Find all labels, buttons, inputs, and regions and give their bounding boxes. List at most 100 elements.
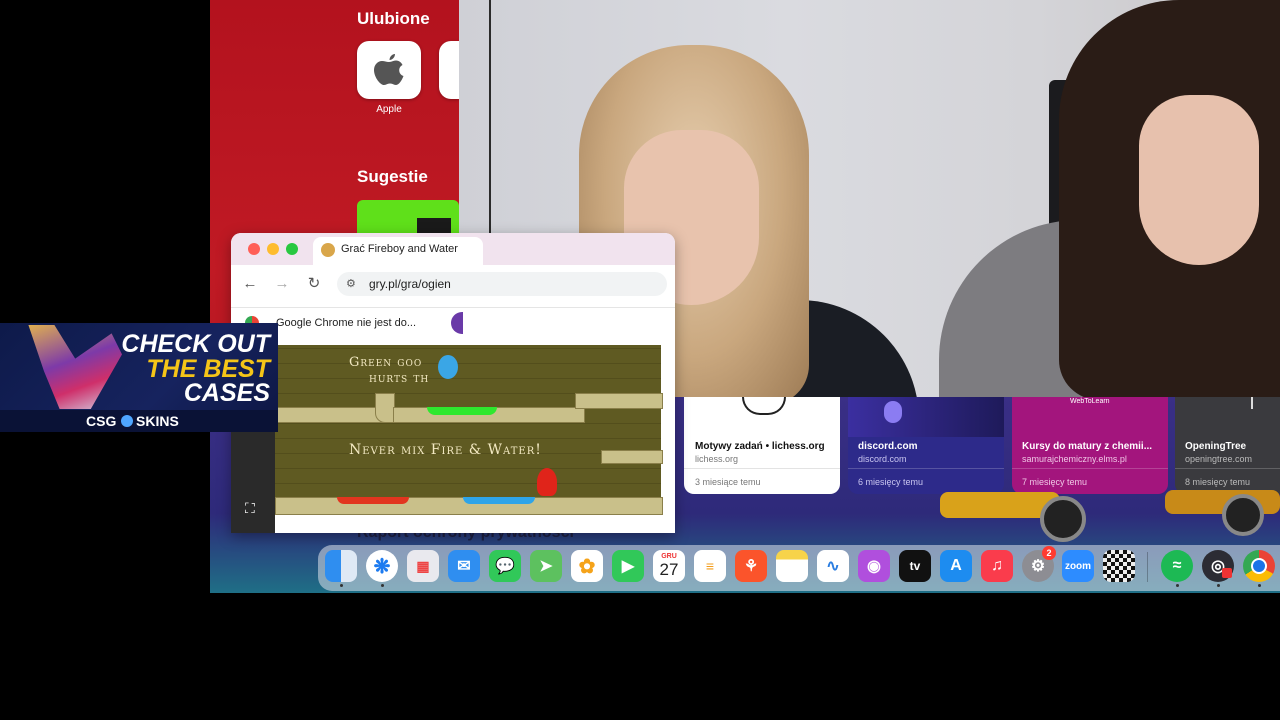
safari-icon[interactable]: ❋ — [366, 550, 398, 582]
default-browser-infobar: Google Chrome nie jest do... — [231, 307, 675, 338]
history-card-domain: lichess.org — [695, 454, 739, 464]
ad-brand-part1: CSG — [86, 413, 117, 429]
running-indicator — [340, 584, 343, 587]
reload-icon[interactable]: ↻ — [304, 274, 324, 294]
car-wheel — [1222, 494, 1264, 536]
obs-icon[interactable]: ◎ — [1202, 550, 1234, 582]
history-card-discord[interactable]: discord.com discord.com 6 miesięcy temu — [848, 397, 1004, 494]
favorite-apple-label: Apple — [376, 104, 402, 115]
recording-badge-icon — [1222, 568, 1232, 578]
suggestions-title: Sugestie — [357, 167, 428, 186]
calendar-icon[interactable]: GRU 27 — [653, 550, 685, 582]
podcasts-icon[interactable]: ◉ — [858, 550, 890, 582]
history-card-domain: discord.com — [858, 454, 907, 464]
mail-icon[interactable]: ✉ — [448, 550, 480, 582]
spotify-icon[interactable]: ≈ — [1161, 550, 1193, 582]
settings-icon[interactable]: ⚙ 2 — [1022, 546, 1056, 582]
water-pool — [463, 497, 535, 504]
running-indicator — [1217, 584, 1220, 587]
game-hint-main: Never mix Fire & Water! — [349, 442, 542, 458]
history-card-chemistry[interactable]: WebToLearn Kursy do matury z chemii... s… — [1012, 397, 1168, 494]
history-card-badge: WebToLearn — [1070, 398, 1110, 405]
ad-brand-part2: SKINS — [136, 413, 179, 429]
favorite-second-tile[interactable] — [439, 41, 459, 99]
watergirl-character — [438, 355, 458, 379]
history-card-lichess[interactable]: Motywy zadań • lichess.org lichess.org 3… — [684, 397, 840, 494]
favorites-title: Ulubione — [357, 9, 430, 28]
address-bar[interactable]: ⚙ gry.pl/gra/ogien — [337, 272, 667, 296]
ad-line-1: CHECK OUT — [121, 330, 270, 358]
maximize-window-button[interactable] — [286, 243, 298, 255]
green-goo-pool — [427, 407, 497, 415]
fireboy-character — [537, 468, 557, 496]
history-card-time: 3 miesiące temu — [695, 477, 761, 487]
game-hint-top-line2: hurts th — [369, 371, 430, 386]
car-wheel — [1040, 496, 1086, 542]
facetime-icon[interactable]: ▶ — [612, 550, 644, 582]
openingtree-logo-icon — [1251, 397, 1253, 409]
chrome-window: Grać Fireboy and Water ← → ↻ ⚙ gry.pl/gr… — [231, 233, 675, 533]
history-card-time: 6 miesięcy temu — [858, 477, 924, 487]
dock-separator — [1147, 552, 1148, 582]
site-info-icon[interactable]: ⚙ — [346, 278, 358, 290]
history-card-title: discord.com — [858, 441, 918, 452]
appletv-icon[interactable]: tv — [899, 550, 931, 582]
game-ledge — [575, 393, 663, 409]
back-icon[interactable]: ← — [240, 274, 260, 294]
discord-character-icon — [884, 401, 902, 423]
ad-line-3: CASES — [183, 379, 270, 407]
game-ledge — [375, 393, 395, 423]
lichess-logo-icon — [742, 397, 786, 415]
minimize-window-button[interactable] — [267, 243, 279, 255]
csgo-skins-ad[interactable]: CHECK OUT THE BEST CASES CSG SKINS — [0, 323, 278, 432]
zoom-label: zoom — [1064, 560, 1092, 572]
chrome-tab-active[interactable]: Grać Fireboy and Water — [313, 237, 483, 265]
history-card-openingtree[interactable]: OpeningTree openingtree.com 8 miesięcy t… — [1175, 397, 1280, 494]
chrome-icon[interactable] — [1243, 550, 1275, 582]
favorite-apple-tile[interactable] — [357, 41, 421, 99]
notes-icon[interactable] — [776, 550, 808, 582]
infobar-action-button[interactable] — [451, 312, 463, 334]
divider — [1012, 468, 1168, 469]
tab-favicon-icon — [321, 243, 335, 257]
music-icon[interactable]: ♫ — [981, 550, 1013, 582]
infobar-text: Google Chrome nie jest do... — [276, 317, 417, 329]
game-canvas[interactable]: Green goo hurts th Never mix Fire & Wate… — [275, 345, 663, 515]
history-card-title: Kursy do matury z chemii... — [1022, 441, 1153, 452]
zoom-icon[interactable]: zoom — [1062, 550, 1094, 582]
messages-icon[interactable]: 💬 — [489, 550, 521, 582]
game-hint-top: Green goo — [349, 355, 423, 370]
appstore-icon[interactable]: A — [940, 550, 972, 582]
brave-icon[interactable]: ⚘ — [735, 550, 767, 582]
history-card-time: 8 miesięcy temu — [1185, 477, 1251, 487]
divider — [848, 468, 1004, 469]
fullscreen-icon[interactable]: ⛶ — [245, 500, 261, 516]
finder-icon[interactable] — [325, 550, 357, 582]
close-window-button[interactable] — [248, 243, 260, 255]
appletv-label: tv — [909, 559, 921, 573]
knife-artwork — [28, 325, 122, 409]
history-card-domain: samurajchemiczny.elms.pl — [1022, 454, 1127, 464]
ad-brand-bar: CSG SKINS — [0, 410, 278, 432]
calendar-day: 27 — [659, 560, 679, 579]
history-card-time: 7 miesięcy temu — [1022, 477, 1088, 487]
running-indicator — [1176, 584, 1179, 587]
forward-icon[interactable]: → — [272, 274, 292, 294]
running-indicator — [381, 584, 384, 587]
game-ledge — [601, 450, 663, 464]
history-card-domain: openingtree.com — [1185, 454, 1253, 464]
divider — [684, 468, 840, 469]
history-card-title: Motywy zadań • lichess.org — [695, 441, 825, 452]
settings-badge: 2 — [1042, 546, 1056, 560]
chess-icon[interactable] — [1103, 550, 1135, 582]
divider — [1175, 468, 1280, 469]
discord-preview-image — [848, 397, 1004, 437]
photos-icon[interactable]: ✿ — [571, 550, 603, 582]
apple-logo-icon — [374, 54, 404, 85]
freeform-icon[interactable]: ∿ — [817, 550, 849, 582]
launchpad-icon[interactable]: ▦ — [407, 550, 439, 582]
tab-title: Grać Fireboy and Water — [341, 243, 458, 255]
reminders-icon[interactable]: ≡ — [694, 550, 726, 582]
maps-icon[interactable]: ➤ — [530, 550, 562, 582]
ad-brand-logo-icon — [121, 415, 133, 427]
